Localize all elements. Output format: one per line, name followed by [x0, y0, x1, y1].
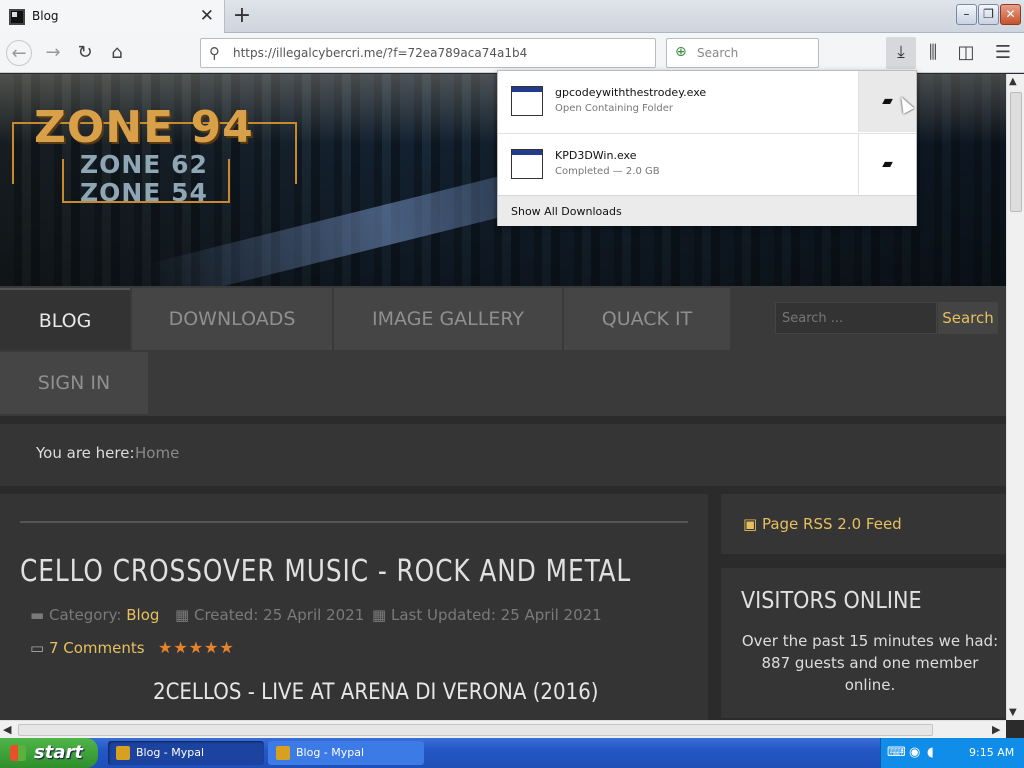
- url-text: https://illegalcybercri.me/?f=72ea789aca…: [233, 46, 528, 60]
- rss-icon: ▣: [743, 515, 758, 533]
- folder-icon: ▬: [30, 606, 45, 624]
- horizontal-scroll-thumb[interactable]: [18, 724, 933, 736]
- minimize-button[interactable]: –: [956, 4, 977, 25]
- updated-date: Last Updated: 25 April 2021: [390, 606, 602, 624]
- download-filename: KPD3DWin.exe: [555, 149, 637, 162]
- new-tab-button[interactable]: +: [230, 3, 254, 29]
- category-link[interactable]: Blog: [126, 606, 159, 624]
- article-category: ▬ Category: Blog: [30, 606, 159, 624]
- taskbar-item-label: Blog - Mypal: [136, 746, 205, 759]
- tab-strip: Blog ✕ + – ❐ ✕: [0, 0, 1024, 34]
- downloads-panel: gpcodeywiththestrodey.exe Open Containin…: [497, 70, 917, 226]
- windows-logo-icon: [10, 745, 26, 761]
- download-arrow-icon: ⤓: [897, 42, 905, 62]
- scroll-right-icon[interactable]: ▶: [992, 723, 1000, 736]
- breadcrumb-label: You are here:: [36, 444, 135, 462]
- article-updated: ▦ Last Updated: 25 April 2021: [372, 606, 602, 624]
- reload-button[interactable]: ↻: [72, 40, 98, 66]
- download-item[interactable]: gpcodeywiththestrodey.exe Open Containin…: [498, 71, 916, 132]
- taskbar-item-label: Blog - Mypal: [296, 746, 365, 759]
- rss-label: Page RSS 2.0 Feed: [761, 515, 902, 533]
- folder-icon: ▰: [882, 93, 893, 109]
- scroll-left-icon[interactable]: ◀: [3, 723, 11, 736]
- download-filename: gpcodeywiththestrodey.exe: [555, 86, 707, 99]
- volume-icon[interactable]: ◖: [927, 745, 934, 760]
- site-logo-sub2: ZONE 54: [80, 178, 208, 207]
- site-logo-sub1: ZONE 62: [80, 150, 208, 179]
- scroll-down-icon[interactable]: ▼: [1009, 707, 1017, 718]
- visitors-text: Over the past 15 minutes we had: 887 gue…: [741, 632, 999, 694]
- site-favicon-icon: [9, 9, 25, 25]
- comments-count: 7 Comments: [48, 639, 145, 657]
- calendar-icon: ▦: [175, 606, 190, 624]
- vertical-scroll-thumb[interactable]: [1010, 92, 1022, 212]
- search-engine-icon: ⊕: [675, 44, 687, 60]
- vertical-scrollbar[interactable]: ▲ ▼: [1006, 74, 1024, 720]
- rss-module: ▣ Page RSS 2.0 Feed: [721, 494, 1006, 554]
- scroll-up-icon[interactable]: ▲: [1009, 76, 1017, 87]
- calendar-icon: ▦: [372, 606, 387, 624]
- horizontal-scrollbar[interactable]: ◀ ▶: [0, 720, 1006, 738]
- executable-file-icon: [511, 86, 543, 116]
- site-search-input[interactable]: Search ...: [775, 302, 937, 334]
- comment-icon: ▭: [30, 639, 45, 657]
- search-icon: ⚲: [209, 44, 220, 62]
- article-divider: [20, 521, 688, 523]
- nav-item-downloads[interactable]: DOWNLOADS: [132, 288, 332, 350]
- home-button[interactable]: ⌂: [104, 40, 130, 66]
- site-logo-main[interactable]: ZONE 94: [34, 102, 254, 153]
- article: CELLO CROSSOVER MUSIC - ROCK AND METAL ▬…: [0, 494, 708, 720]
- sidebar-button[interactable]: ◫: [953, 40, 979, 66]
- downloads-button[interactable]: ⤓: [886, 37, 916, 69]
- breadcrumb-home[interactable]: Home: [135, 444, 179, 462]
- library-button[interactable]: ⫼: [920, 40, 946, 66]
- restore-button[interactable]: ❐: [978, 4, 999, 25]
- visitors-module: VISITORS ONLINE Over the past 15 minutes…: [721, 568, 1006, 718]
- clock[interactable]: 9:15 AM: [969, 746, 1014, 759]
- nav-item-quack-it[interactable]: QUACK IT: [564, 288, 730, 350]
- search-placeholder: Search: [697, 46, 739, 60]
- download-status: Completed — 2.0 GB: [555, 166, 660, 177]
- tab-blog[interactable]: Blog ✕: [0, 0, 225, 34]
- rss-link[interactable]: ▣ Page RSS 2.0 Feed: [743, 515, 902, 533]
- keyboard-icon[interactable]: ⌨: [887, 745, 906, 760]
- star-rating[interactable]: ★★★★★: [158, 638, 235, 657]
- taskbar-item[interactable]: Blog - Mypal: [108, 741, 264, 765]
- comments-link[interactable]: ▭ 7 Comments: [30, 639, 145, 657]
- nav-item-image-gallery[interactable]: IMAGE GALLERY: [334, 288, 562, 350]
- executable-file-icon: [511, 149, 543, 179]
- back-button[interactable]: ←: [6, 40, 32, 66]
- nav-item-blog[interactable]: BLOG: [0, 288, 130, 350]
- navigation-toolbar: ← → ↻ ⌂ ⚲ https://illegalcybercri.me/?f=…: [0, 33, 1024, 73]
- menu-button[interactable]: ☰: [990, 40, 1016, 66]
- download-status: Open Containing Folder: [555, 103, 674, 114]
- mypal-app-icon: [116, 746, 130, 760]
- download-item[interactable]: KPD3DWin.exe Completed — 2.0 GB ▰: [498, 133, 916, 195]
- start-label: start: [34, 742, 83, 763]
- show-all-downloads-button[interactable]: Show All Downloads: [498, 195, 916, 226]
- created-date: Created: 25 April 2021: [193, 606, 365, 624]
- breadcrumb: You are here: Home: [0, 424, 1006, 486]
- forward-button[interactable]: →: [40, 40, 66, 66]
- tab-close-icon[interactable]: ✕: [200, 6, 214, 26]
- article-subtitle: 2CELLOS - LIVE AT ARENA DI VERONA (2016): [153, 680, 599, 705]
- visitors-title: VISITORS ONLINE: [741, 588, 922, 614]
- site-search-button[interactable]: Search: [938, 302, 998, 334]
- search-bar[interactable]: ⊕ Search: [666, 38, 819, 68]
- open-folder-button[interactable]: ▰: [858, 134, 916, 195]
- taskbar-item[interactable]: Blog - Mypal: [268, 741, 424, 765]
- start-button[interactable]: start: [0, 738, 98, 768]
- article-title[interactable]: CELLO CROSSOVER MUSIC - ROCK AND METAL: [20, 554, 631, 589]
- window-close-button[interactable]: ✕: [1000, 4, 1021, 25]
- category-label: Category:: [48, 606, 122, 624]
- tab-title: Blog: [32, 9, 59, 23]
- taskbar: start Blog - Mypal Blog - Mypal ⌨ ◉ ◖ 9:…: [0, 738, 1024, 768]
- folder-icon: ▰: [882, 156, 893, 172]
- mypal-app-icon: [276, 746, 290, 760]
- system-tray: ⌨ ◉ ◖ 9:15 AM: [880, 738, 1024, 768]
- network-icon[interactable]: ◉: [909, 745, 920, 760]
- article-created: ▦ Created: 25 April 2021: [175, 606, 364, 624]
- url-bar[interactable]: ⚲ https://illegalcybercri.me/?f=72ea789a…: [200, 38, 656, 68]
- nav-item-sign-in[interactable]: SIGN IN: [0, 352, 148, 414]
